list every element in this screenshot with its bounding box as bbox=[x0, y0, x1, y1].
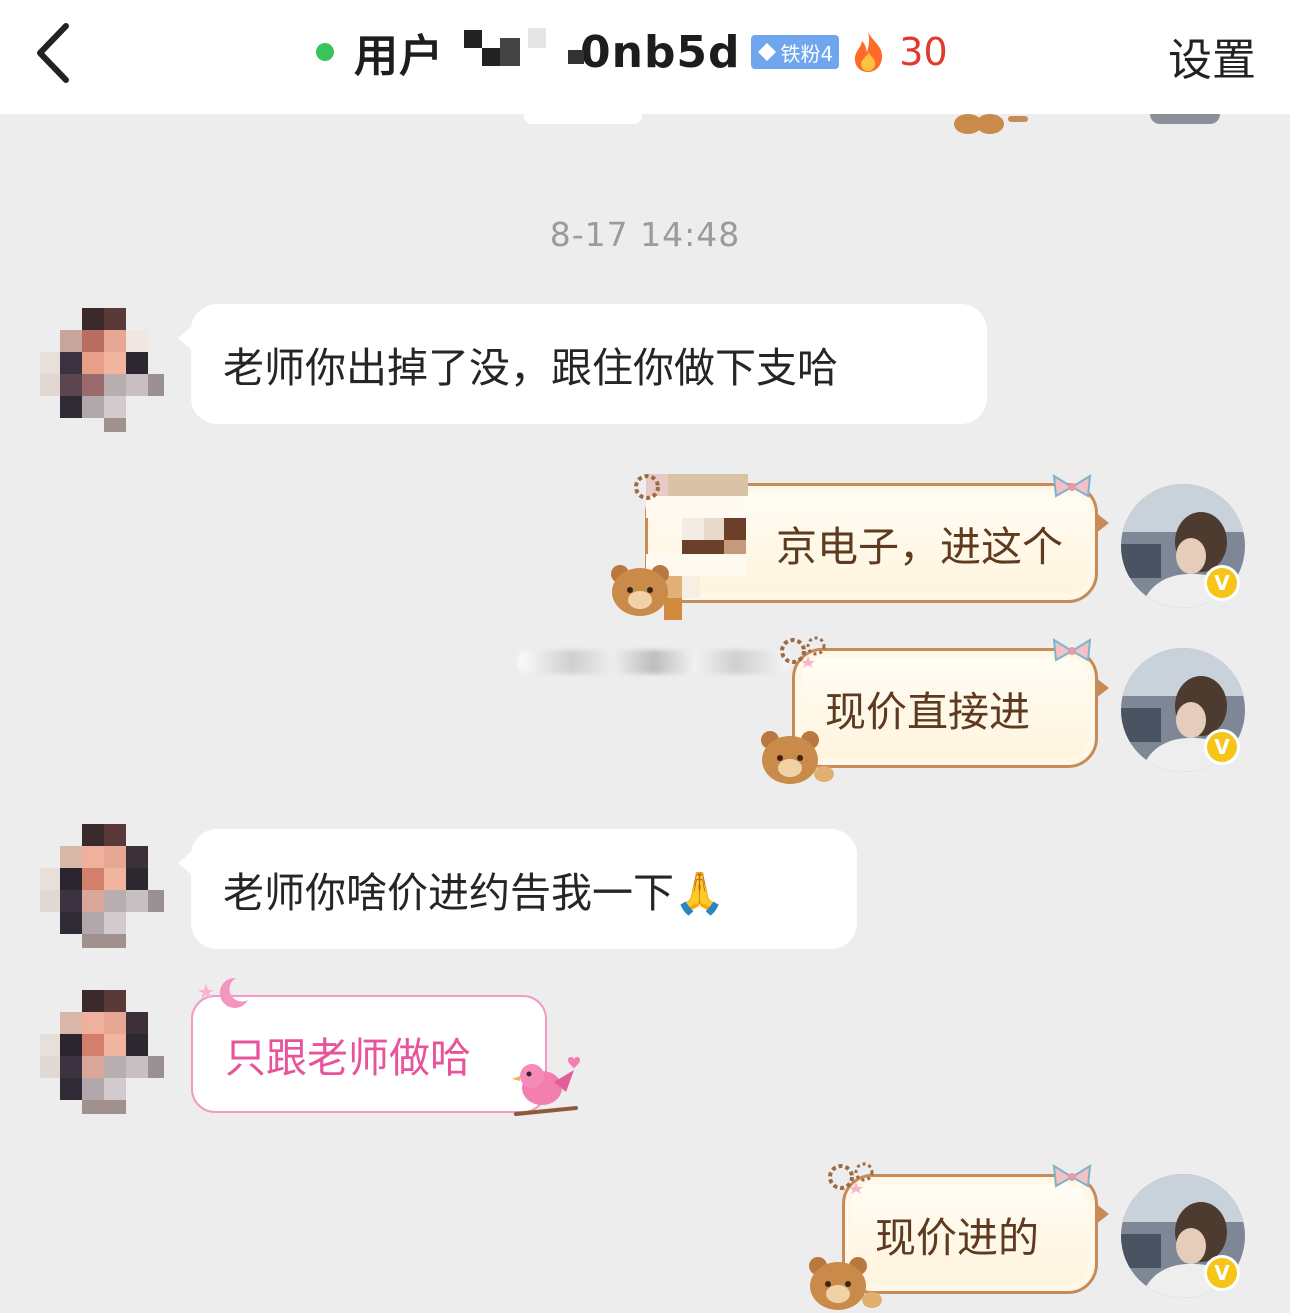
verified-badge-icon: V bbox=[1204, 1255, 1240, 1291]
gear-sticker-icon bbox=[780, 636, 826, 668]
bear-sticker-icon bbox=[611, 565, 669, 616]
bird-sticker-icon bbox=[512, 1057, 580, 1116]
settings-button[interactable]: 设置 bbox=[1168, 24, 1256, 88]
message-text: 老师你啥价进约告我一下🙏 bbox=[223, 869, 726, 917]
verified-badge-icon: V bbox=[1204, 729, 1240, 765]
ribbon-bow-icon bbox=[1052, 474, 1092, 498]
verified-badge-icon: V bbox=[1204, 565, 1240, 601]
contact-avatar[interactable] bbox=[40, 990, 164, 1114]
message-bubble[interactable]: 老师你啥价进约告我一下🙏 bbox=[178, 829, 857, 949]
contact-avatar[interactable] bbox=[40, 308, 164, 432]
chevron-left-icon[interactable] bbox=[30, 20, 80, 86]
previous-message-bubble-edge bbox=[524, 114, 642, 124]
chat-title[interactable]: 用户 0nb5d 铁粉4 30 bbox=[316, 22, 948, 82]
message-text: 只跟老师做哈 bbox=[225, 1034, 471, 1082]
message-timestamp: 8-17 14:48 bbox=[549, 215, 741, 254]
contact-avatar[interactable] bbox=[40, 824, 164, 948]
bear-sticker-icon bbox=[954, 114, 1028, 134]
ribbon-bow-icon bbox=[1052, 1164, 1092, 1188]
message-text: 京电子，进这个 bbox=[776, 523, 1063, 571]
fire-icon bbox=[855, 32, 883, 72]
fan-level-badge: 铁粉4 bbox=[750, 35, 840, 69]
moon-sticker-icon bbox=[198, 977, 248, 1008]
contact-name-suffix: 0nb5d bbox=[580, 26, 741, 78]
chat-header: 用户 0nb5d 铁粉4 30 设置 bbox=[0, 0, 1290, 114]
redacted-text-blur bbox=[518, 650, 790, 674]
fan-badge-label: 铁粉4 bbox=[780, 41, 834, 66]
ribbon-bow-icon bbox=[1052, 638, 1092, 662]
message-text: 现价直接进 bbox=[825, 688, 1030, 736]
diamond-icon bbox=[757, 43, 776, 61]
previous-avatar-edge bbox=[1150, 114, 1220, 124]
online-status-dot bbox=[316, 43, 334, 61]
gear-sticker-icon bbox=[828, 1162, 874, 1194]
bear-sticker-icon bbox=[761, 731, 834, 784]
message-bubble[interactable]: 老师你出掉了没，跟住你做下支哈 bbox=[178, 304, 987, 424]
message-text: 现价进的 bbox=[875, 1214, 1039, 1262]
streak-count: 30 bbox=[899, 30, 948, 74]
message-text: 老师你出掉了没，跟住你做下支哈 bbox=[223, 344, 838, 392]
redacted-username-mosaic bbox=[464, 28, 584, 76]
contact-name: 用户 bbox=[354, 31, 444, 82]
bear-sticker-icon bbox=[809, 1257, 882, 1310]
gear-sticker-icon bbox=[634, 474, 660, 500]
